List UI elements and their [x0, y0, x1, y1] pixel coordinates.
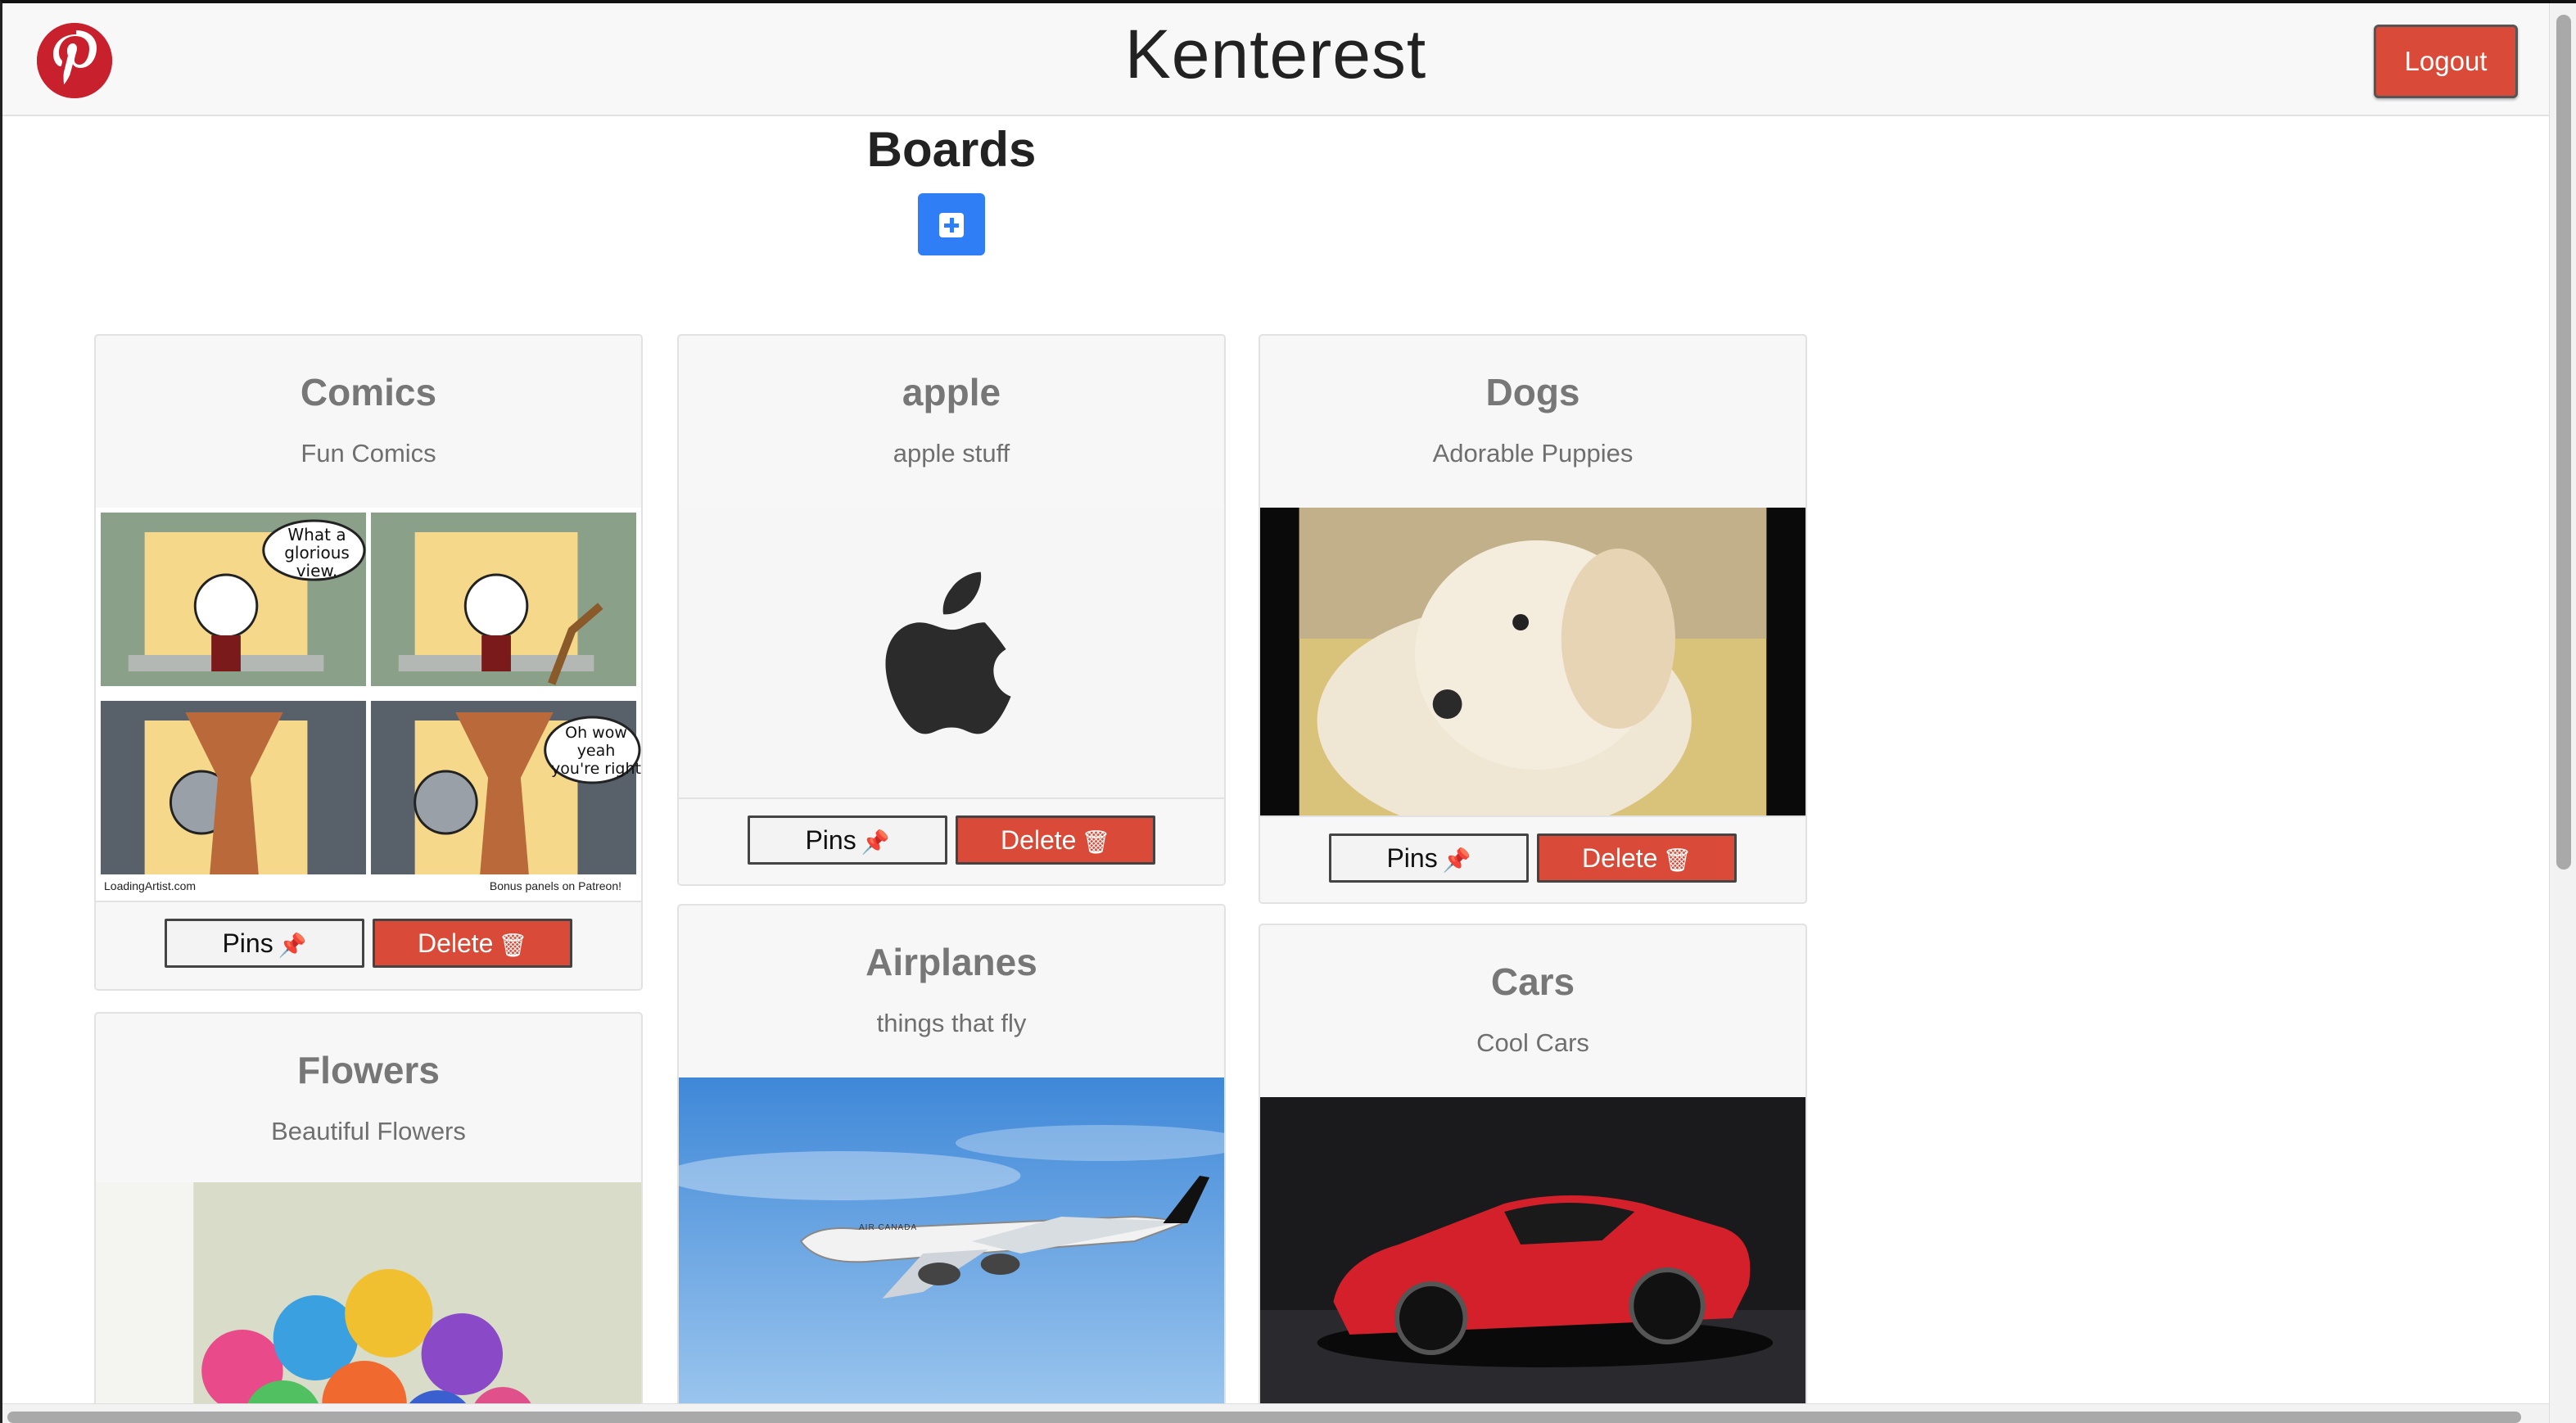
- board-actions: Pins 📌 Delete 🗑: [1260, 815, 1805, 902]
- board-actions: Pins 📌 Delete 🗑: [96, 901, 641, 989]
- board-title: Airplanes: [865, 941, 1037, 983]
- comic-footer-left: LoadingArtist.com: [104, 879, 197, 892]
- trash-icon: 🗑: [1662, 847, 1692, 873]
- comic-speech-2: Oh wow yeah you're right: [551, 724, 641, 778]
- app-title: Kenterest: [1124, 16, 1427, 93]
- pins-button[interactable]: Pins 📌: [748, 815, 947, 865]
- board-card-flowers: Flowers Beautiful Flowers: [94, 1012, 643, 1423]
- pin-icon: 📌: [861, 829, 890, 855]
- board-title: Flowers: [297, 1049, 440, 1091]
- vertical-scroll-thumb[interactable]: [2556, 15, 2571, 870]
- add-board-button[interactable]: [918, 193, 985, 255]
- board-cover-image[interactable]: What a glorious view. Oh wow yeah you're…: [96, 508, 641, 901]
- comic-footer-right: Bonus panels on Patreon!: [489, 879, 621, 892]
- board-actions: Pins 📌 Delete 🗑: [679, 797, 1224, 884]
- pins-label: Pins: [805, 825, 856, 855]
- horizontal-scrollbar[interactable]: [2, 1403, 2549, 1423]
- board-cover-image[interactable]: [1260, 508, 1805, 815]
- board-cover-image[interactable]: AIR CANADA: [679, 1077, 1224, 1410]
- board-description: Fun Comics: [301, 439, 436, 468]
- board-description: Cool Cars: [1476, 1028, 1589, 1057]
- board-cover-image[interactable]: [679, 508, 1224, 797]
- horizontal-scroll-thumb[interactable]: [7, 1412, 2521, 1423]
- pins-label: Pins: [1386, 843, 1438, 873]
- board-card-apple: apple apple stuff Pins 📌 Delete 🗑: [677, 334, 1226, 886]
- pins-button[interactable]: Pins 📌: [165, 919, 364, 968]
- board-card-airplanes: Airplanes things that fly AIR CANADA: [677, 904, 1226, 1412]
- board-card-cars: Cars Cool Cars: [1259, 924, 1807, 1407]
- board-card-comics: Comics Fun Comics What a glorious view. …: [94, 334, 643, 991]
- delete-label: Delete: [417, 928, 494, 958]
- board-description: Adorable Puppies: [1432, 439, 1634, 468]
- board-title: apple: [902, 371, 1001, 413]
- board-title: Dogs: [1485, 371, 1580, 413]
- logout-button[interactable]: Logout: [2374, 25, 2518, 98]
- vertical-scrollbar[interactable]: [2549, 3, 2576, 1423]
- trash-icon: 🗑: [1081, 829, 1111, 855]
- plus-square-icon: [939, 213, 964, 237]
- pin-icon: 📌: [1442, 847, 1471, 873]
- trash-icon: 🗑: [498, 932, 528, 958]
- browser-viewport: Kenterest Logout Boards Comics Fun Comic…: [0, 0, 2576, 1423]
- page-title: Boards: [866, 122, 1037, 177]
- board-cover-image[interactable]: [96, 1182, 641, 1423]
- board-cover-image[interactable]: [1260, 1097, 1805, 1405]
- board-description: apple stuff: [893, 439, 1010, 468]
- delete-button[interactable]: Delete 🗑: [956, 815, 1155, 865]
- board-card-dogs: Dogs Adorable Puppies Pins 📌 Delete 🗑: [1259, 334, 1807, 904]
- board-title: Cars: [1490, 960, 1575, 1003]
- delete-button[interactable]: Delete 🗑: [1537, 833, 1737, 883]
- board-description: Beautiful Flowers: [271, 1117, 466, 1145]
- board-title: Comics: [300, 371, 437, 413]
- comic-speech-1: What a glorious view.: [284, 525, 350, 580]
- delete-label: Delete: [1000, 825, 1077, 855]
- delete-button[interactable]: Delete 🗑: [373, 919, 572, 968]
- plane-livery-text: AIR CANADA: [859, 1223, 918, 1232]
- board-description: things that fly: [876, 1009, 1027, 1037]
- delete-label: Delete: [1581, 843, 1658, 873]
- pin-icon: 📌: [278, 932, 307, 958]
- navbar: Kenterest Logout: [2, 3, 2549, 116]
- pins-button[interactable]: Pins 📌: [1329, 833, 1529, 883]
- pins-label: Pins: [222, 928, 273, 958]
